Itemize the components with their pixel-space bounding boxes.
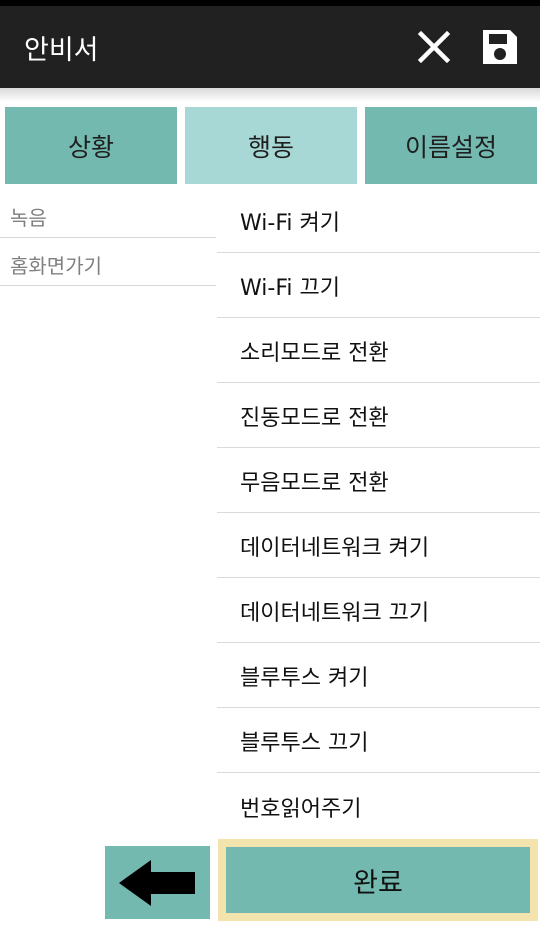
done-button[interactable]: 완료 bbox=[218, 839, 538, 921]
selected-item-record[interactable]: 녹음 bbox=[0, 190, 216, 238]
action-item-wifi-on[interactable]: Wi-Fi 켜기 bbox=[217, 188, 540, 253]
action-item-silent-mode[interactable]: 무음모드로 전환 bbox=[217, 448, 540, 513]
action-item-bluetooth-on[interactable]: 블루투스 켜기 bbox=[217, 643, 540, 708]
tab-bar: 상황 행동 이름설정 bbox=[5, 107, 537, 184]
action-item-vibrate-mode[interactable]: 진동모드로 전환 bbox=[217, 383, 540, 448]
close-button[interactable] bbox=[406, 19, 462, 75]
back-button[interactable] bbox=[105, 846, 210, 919]
save-button[interactable] bbox=[472, 19, 528, 75]
done-button-label: 완료 bbox=[226, 847, 530, 913]
selected-item-home[interactable]: 홈화면가기 bbox=[0, 238, 216, 286]
action-item-wifi-off[interactable]: Wi-Fi 끄기 bbox=[217, 253, 540, 318]
action-item-data-on[interactable]: 데이터네트워크 켜기 bbox=[217, 513, 540, 578]
arrow-left-icon bbox=[118, 859, 195, 906]
app-title: 안비서 bbox=[24, 34, 99, 66]
action-list: Wi-Fi 켜기 Wi-Fi 끄기 소리모드로 전환 진동모드로 전환 무음모드… bbox=[217, 188, 540, 838]
action-item-sound-mode[interactable]: 소리모드로 전환 bbox=[217, 318, 540, 383]
save-icon bbox=[483, 30, 517, 64]
close-icon bbox=[417, 30, 451, 64]
tab-situation[interactable]: 상황 bbox=[5, 107, 177, 184]
selected-list: 녹음 홈화면가기 bbox=[0, 190, 216, 286]
tab-name-setting[interactable]: 이름설정 bbox=[365, 107, 537, 184]
action-item-bluetooth-off[interactable]: 블루투스 끄기 bbox=[217, 708, 540, 773]
action-item-data-off[interactable]: 데이터네트워크 끄기 bbox=[217, 578, 540, 643]
appbar-shadow bbox=[0, 88, 540, 102]
app-bar: 안비서 bbox=[0, 6, 540, 88]
action-item-read-number[interactable]: 번호읽어주기 bbox=[217, 773, 540, 838]
tab-action[interactable]: 행동 bbox=[185, 107, 357, 184]
